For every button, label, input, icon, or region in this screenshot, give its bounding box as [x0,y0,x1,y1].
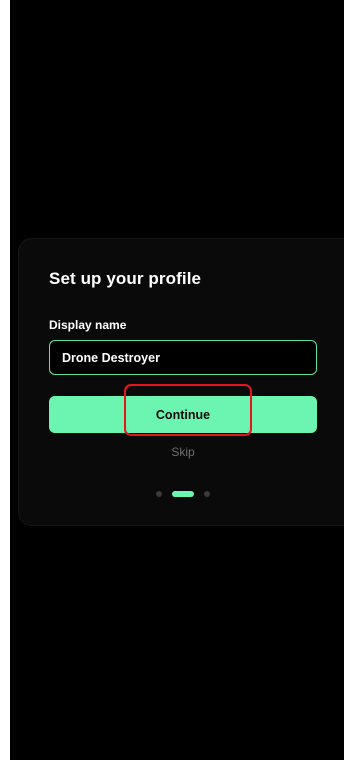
continue-button[interactable]: Continue [49,396,317,433]
pagination-dot-1 [156,491,162,497]
profile-setup-card: Set up your profile Display name Continu… [18,238,344,526]
app-screen: Set up your profile Display name Continu… [10,0,344,760]
skip-link[interactable]: Skip [19,445,344,459]
display-name-input[interactable] [49,340,317,375]
pagination-dot-3 [204,491,210,497]
pagination-dots [156,491,216,497]
page-title: Set up your profile [49,269,202,288]
display-name-label: Display name [49,318,127,332]
pagination-dot-2-active [172,491,194,497]
